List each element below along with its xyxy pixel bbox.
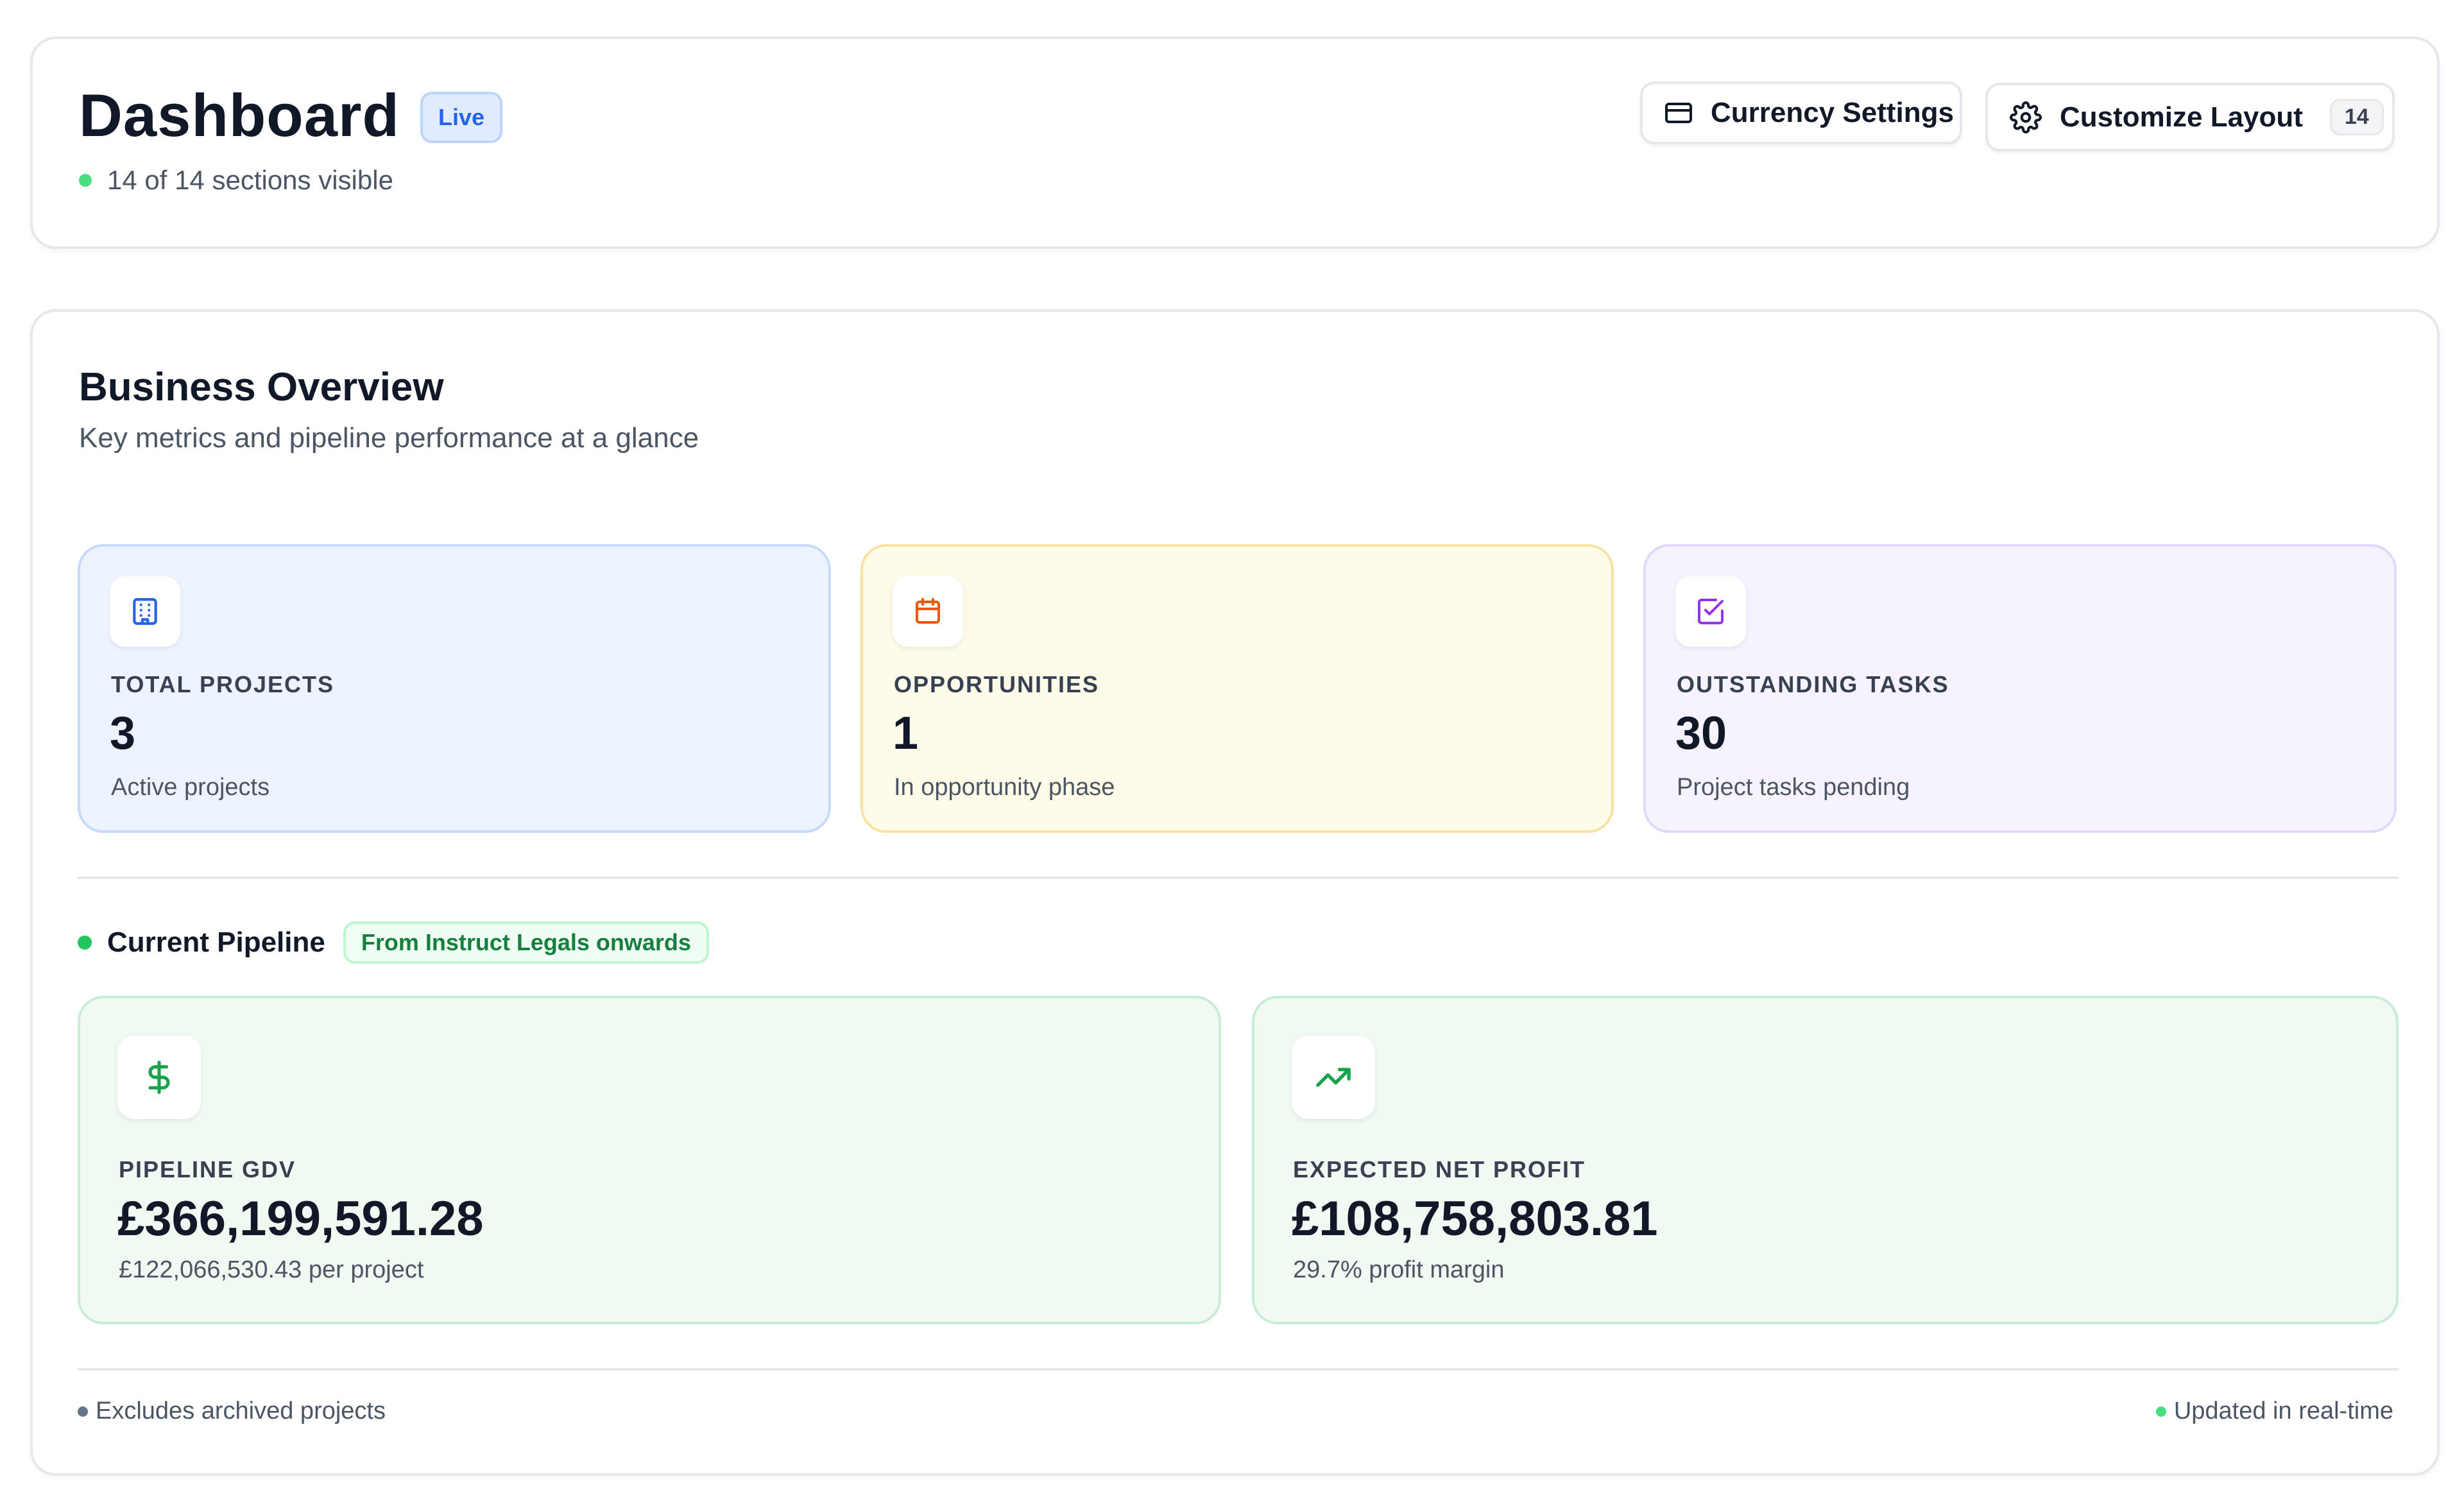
pipeline-status-dot (78, 936, 92, 950)
pipeline-subtext: 29.7% profit margin (1293, 1256, 1505, 1283)
metric-card-total-projects[interactable]: TOTAL PROJECTS 3 Active projects (78, 544, 831, 833)
customize-layout-button[interactable]: Customize Layout 14 (1985, 83, 2395, 151)
footnote-realtime: Updated in real-time (2155, 1397, 2393, 1425)
currency-settings-label: Currency Settings (1711, 97, 1954, 128)
pipeline-title: Current Pipeline (107, 927, 325, 958)
metric-card-opportunities[interactable]: OPPORTUNITIES 1 In opportunity phase (860, 544, 1614, 833)
status-dot (79, 174, 92, 187)
expected-net-profit-card[interactable]: EXPECTED NET PROFIT £108,758,803.81 29.7… (1252, 996, 2399, 1324)
dollar-icon (117, 1036, 201, 1119)
section-count-badge: 14 (2329, 99, 2384, 135)
metric-value: 1 (893, 708, 919, 759)
metric-label: OPPORTUNITIES (894, 671, 1100, 697)
page-title: Dashboard (79, 81, 400, 149)
currency-settings-button[interactable]: Currency Settings (1640, 81, 1962, 144)
sections-status: 14 of 14 sections visible (79, 165, 393, 196)
pipeline-label: EXPECTED NET PROFIT (1293, 1156, 1586, 1183)
realtime-dot (2155, 1406, 2166, 1417)
metric-label: TOTAL PROJECTS (111, 671, 335, 697)
pipeline-gdv-card[interactable]: PIPELINE GDV £366,199,591.28 £122,066,53… (78, 996, 1221, 1324)
metric-label: OUTSTANDING TASKS (1677, 671, 1949, 697)
business-overview-section: Business Overview Key metrics and pipeli… (30, 309, 2440, 1476)
metric-value: 3 (110, 708, 136, 759)
pipeline-stage-badge: From Instruct Legals onwards (343, 921, 709, 964)
credit-card-icon (1663, 98, 1694, 128)
metric-subtext: Project tasks pending (1677, 774, 1910, 801)
footnote-dot (78, 1406, 88, 1417)
calendar-icon (893, 576, 963, 647)
metric-subtext: Active projects (111, 774, 270, 801)
pipeline-header: Current Pipeline From Instruct Legals on… (78, 921, 709, 964)
pipeline-value: £366,199,591.28 (117, 1192, 484, 1246)
sections-visible-text: 14 of 14 sections visible (107, 165, 393, 195)
customize-layout-label: Customize Layout (2060, 101, 2303, 133)
pipeline-subtext: £122,066,530.43 per project (119, 1256, 424, 1283)
pipeline-label: PIPELINE GDV (119, 1156, 296, 1183)
metric-card-outstanding-tasks[interactable]: OUTSTANDING TASKS 30 Project tasks pendi… (1643, 544, 2397, 833)
building-icon (110, 576, 180, 647)
trending-up-icon (1292, 1036, 1375, 1119)
check-square-icon (1675, 576, 1746, 647)
footnote-archived: Excludes archived projects (78, 1397, 386, 1425)
pipeline-value: £108,758,803.81 (1292, 1192, 1658, 1246)
section-subtitle: Key metrics and pipeline performance at … (79, 422, 699, 454)
footnote-text: Updated in real-time (2173, 1397, 2393, 1424)
dashboard-header: Dashboard Live 14 of 14 sections visible… (30, 37, 2440, 249)
live-badge: Live (420, 92, 503, 143)
footnote-text: Excludes archived projects (96, 1397, 386, 1424)
metric-value: 30 (1675, 708, 1727, 759)
section-title: Business Overview (79, 365, 444, 409)
divider (78, 876, 2399, 879)
gear-icon (2010, 101, 2042, 133)
divider (78, 1368, 2399, 1371)
metric-subtext: In opportunity phase (894, 774, 1115, 801)
